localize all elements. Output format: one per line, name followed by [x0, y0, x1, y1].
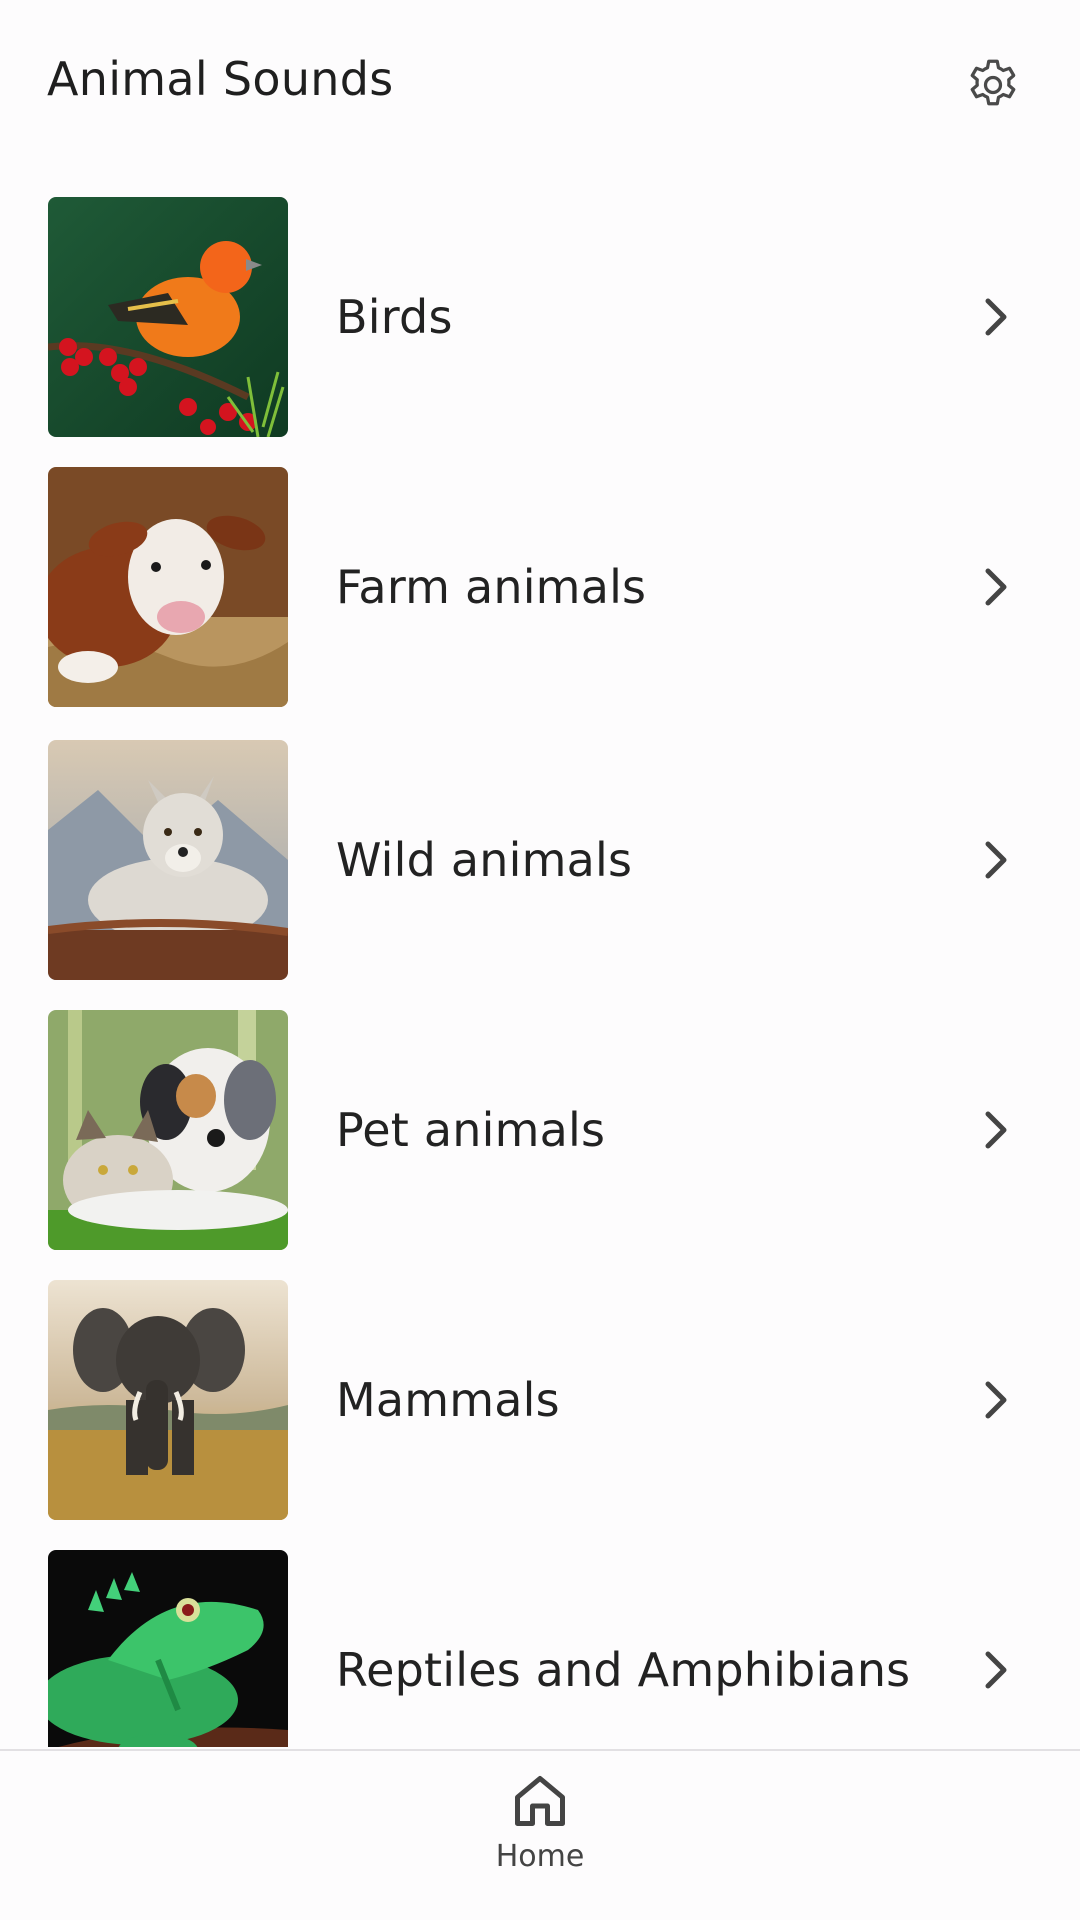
- birds-image: [48, 197, 288, 437]
- chevron-right-icon: [976, 1640, 1016, 1700]
- chevron-right-icon: [976, 1100, 1016, 1160]
- category-label: Mammals: [336, 1373, 560, 1427]
- category-item-reptiles-and-amphibians[interactable]: Reptiles and Amphibians: [0, 1550, 1080, 1747]
- category-label: Birds: [336, 290, 453, 344]
- category-label: Wild animals: [336, 833, 633, 887]
- category-item-farm-animals[interactable]: Farm animals: [0, 467, 1080, 708]
- chevron-right-icon: [976, 1370, 1016, 1430]
- category-item-pet-animals[interactable]: Pet animals: [0, 1010, 1080, 1251]
- settings-button[interactable]: [960, 52, 1026, 118]
- pet-animals-image: [48, 1010, 288, 1250]
- category-list: Birds Farm animals Wild animals Pet anim…: [0, 197, 1080, 1747]
- category-label: Reptiles and Amphibians: [336, 1643, 911, 1697]
- nav-item-home[interactable]: Home: [470, 1771, 610, 1901]
- category-label: Pet animals: [336, 1103, 606, 1157]
- page-title: Animal Sounds: [47, 52, 394, 106]
- chevron-right-icon: [976, 830, 1016, 890]
- bottom-navigation: Home: [0, 1749, 1080, 1920]
- home-icon: [515, 1776, 565, 1826]
- category-item-wild-animals[interactable]: Wild animals: [0, 740, 1080, 981]
- nav-home-label: Home: [495, 1839, 585, 1874]
- farm-animals-image: [48, 467, 288, 707]
- gear-icon: [970, 59, 1016, 106]
- app-screen: Animal Sounds Birds Farm animals Wild an…: [0, 0, 1080, 1920]
- category-label: Farm animals: [336, 560, 647, 614]
- chevron-right-icon: [976, 287, 1016, 347]
- chevron-right-icon: [976, 557, 1016, 617]
- app-header: Animal Sounds: [0, 0, 1080, 170]
- category-item-birds[interactable]: Birds: [0, 197, 1080, 438]
- wild-animals-image: [48, 740, 288, 980]
- reptiles-and-amphibians-image: [48, 1550, 288, 1747]
- mammals-image: [48, 1280, 288, 1520]
- category-item-mammals[interactable]: Mammals: [0, 1280, 1080, 1521]
